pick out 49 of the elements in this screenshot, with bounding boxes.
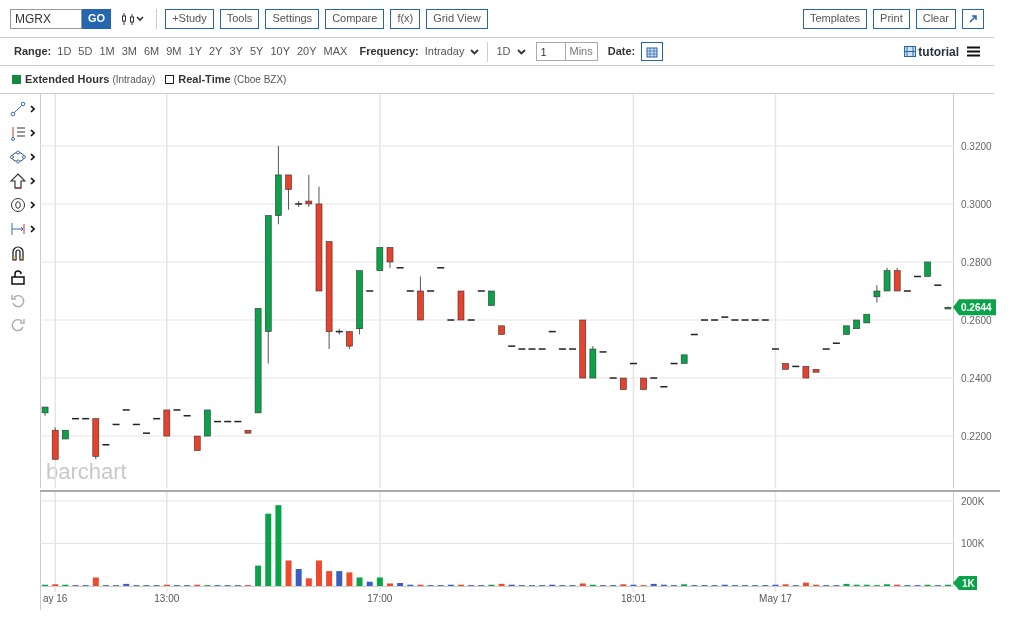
last-price-badge: 0.2644 [953, 299, 996, 316]
range-option[interactable]: 6M [143, 43, 160, 60]
axis-label: 100K [961, 538, 985, 550]
axis-label: 13:00 [154, 593, 180, 604]
range-option[interactable]: 5D [78, 43, 93, 60]
interval-unit: Mins [565, 42, 598, 61]
range-option[interactable]: 3Y [229, 43, 243, 60]
range-option[interactable]: 1D [57, 43, 72, 60]
axis-label: 200K [961, 495, 985, 507]
toolbar-button[interactable]: Clear [915, 8, 956, 29]
legend-toggle[interactable]: Extended Hours (Intraday) [12, 71, 156, 88]
range-label: Range: [14, 44, 52, 60]
axis-label: 0.3200 [961, 140, 992, 152]
axis-label: 0.3000 [961, 198, 992, 210]
date-label: Date: [607, 44, 636, 60]
frequency-dropdown[interactable]: Intraday [424, 43, 480, 60]
frequency-label: Frequency: [359, 44, 419, 60]
toolbar-button[interactable]: Settings [265, 8, 320, 29]
range-option[interactable]: 3M [121, 43, 137, 60]
toolbar-button[interactable]: Templates [802, 8, 868, 29]
toolbar-button[interactable]: Tools [219, 8, 260, 29]
axis-label: ay 16 [43, 593, 68, 604]
toolbar-button[interactable]: Print [873, 8, 910, 29]
range-option[interactable]: 9M [166, 43, 182, 60]
tutorial-link[interactable]: tutorial [904, 42, 959, 61]
axis-label: 18:01 [620, 593, 646, 604]
axis-label: May 17 [759, 593, 792, 604]
axis-label: 0.2200 [961, 431, 992, 443]
toolbar-button[interactable]: Grid View [426, 8, 488, 29]
range-option[interactable]: 1Y [188, 43, 202, 60]
toolbar-button[interactable]: f(x) [390, 8, 421, 29]
range-option[interactable]: 1M [99, 43, 115, 60]
range-option[interactable]: 2Y [209, 43, 223, 60]
toolbar-button[interactable]: +Study [165, 8, 214, 29]
symbol-field[interactable]: MGRX [10, 8, 82, 29]
range-option[interactable]: 10Y [270, 43, 290, 60]
legend-toggle[interactable]: Real-Time (Cboe BZX) [165, 71, 287, 88]
axis-label: 17:00 [367, 593, 393, 604]
range-option[interactable]: MAX [323, 43, 348, 60]
range-option[interactable]: 5Y [249, 43, 264, 60]
range-option[interactable]: 20Y [297, 43, 317, 60]
toolbar-button[interactable]: Compare [325, 8, 385, 29]
interval-count-field[interactable]: 1 [535, 42, 566, 61]
axis-label: 0.2800 [961, 257, 992, 268]
interval-dropdown[interactable]: 1D [496, 43, 526, 60]
axis-label: 0.2400 [961, 373, 992, 385]
go-button[interactable]: GO [82, 8, 112, 29]
last-volume-badge: 1K [953, 576, 977, 590]
axis-label: 0.2600 [961, 315, 992, 326]
